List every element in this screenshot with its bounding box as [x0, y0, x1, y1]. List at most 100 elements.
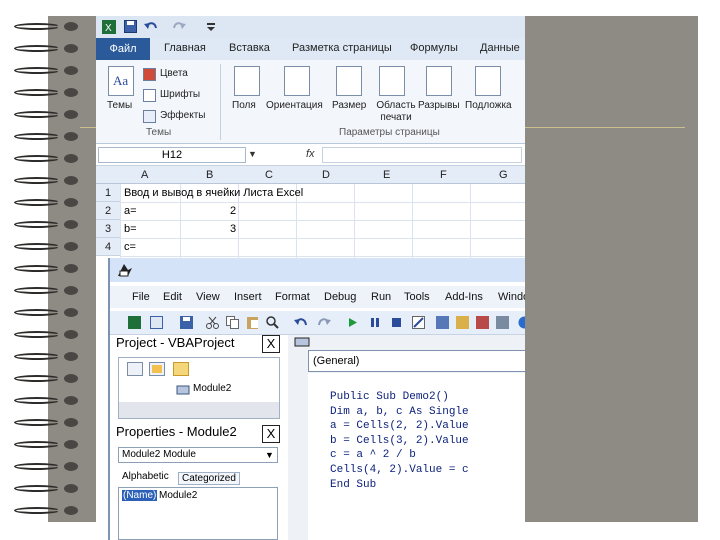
formula-input[interactable]: [322, 147, 522, 163]
column-header[interactable]: F: [440, 169, 447, 181]
property-value-cell[interactable]: Module2: [159, 490, 197, 501]
column-header[interactable]: B: [206, 169, 213, 181]
view-excel-icon[interactable]: [128, 316, 141, 329]
redo-icon[interactable]: [318, 316, 331, 329]
tab-insert[interactable]: Вставка: [229, 42, 270, 54]
row-header[interactable]: 3: [96, 220, 120, 238]
cell-b3[interactable]: 3: [230, 223, 236, 235]
code-line[interactable]: b = Cells(3, 2).Value: [330, 435, 469, 447]
menu-insert[interactable]: Insert: [234, 291, 262, 303]
effects-button-label[interactable]: Эффекты: [160, 110, 205, 121]
properties-icon[interactable]: [456, 316, 469, 329]
background-button-label[interactable]: Подложка: [465, 100, 512, 111]
themes-button-label[interactable]: Темы: [107, 100, 132, 111]
menu-run[interactable]: Run: [371, 291, 391, 303]
cell-a4[interactable]: c=: [124, 241, 136, 253]
cell-a2[interactable]: a=: [124, 205, 137, 217]
object-browser-icon[interactable]: [476, 316, 489, 329]
size-button-label[interactable]: Размер: [332, 100, 366, 111]
save-icon[interactable]: [180, 316, 193, 329]
menu-file[interactable]: File: [132, 291, 150, 303]
code-line[interactable]: Cells(4, 2).Value = c: [330, 464, 469, 476]
code-line[interactable]: End Sub: [330, 479, 376, 491]
cell-a3[interactable]: b=: [124, 223, 137, 235]
design-mode-icon[interactable]: [412, 316, 425, 329]
customize-icon[interactable]: [206, 22, 216, 32]
print-area-icon[interactable]: [379, 66, 405, 96]
margins-icon[interactable]: [234, 66, 260, 96]
view-code-icon[interactable]: [127, 362, 143, 376]
copy-icon[interactable]: [226, 316, 239, 329]
menu-view[interactable]: View: [196, 291, 220, 303]
cell-b2[interactable]: 2: [230, 205, 236, 217]
row-header[interactable]: 4: [96, 238, 120, 256]
menu-tools[interactable]: Tools: [404, 291, 430, 303]
insert-function-icon[interactable]: fx: [306, 148, 315, 160]
tab-page-layout[interactable]: Разметка страницы: [292, 42, 392, 54]
run-icon[interactable]: [346, 316, 359, 329]
code-editor[interactable]: Public Sub Demo2() Dim a, b, c As Single…: [308, 373, 525, 540]
name-box-dropdown-icon[interactable]: ▼: [248, 149, 257, 159]
tree-item-module2[interactable]: Module2: [193, 383, 231, 394]
help-icon[interactable]: [518, 316, 525, 329]
reset-icon[interactable]: [390, 316, 403, 329]
themes-icon[interactable]: Aa: [108, 66, 134, 96]
insert-module-icon[interactable]: [150, 316, 163, 329]
close-icon[interactable]: X: [262, 425, 280, 443]
menu-window[interactable]: Window: [498, 291, 525, 303]
menu-add-ins[interactable]: Add-Ins: [445, 291, 483, 303]
paste-icon[interactable]: [246, 316, 259, 329]
close-icon[interactable]: X: [262, 335, 280, 353]
view-object-icon[interactable]: [149, 362, 165, 376]
toolbox-icon[interactable]: [496, 316, 509, 329]
breaks-icon[interactable]: [426, 66, 452, 96]
size-icon[interactable]: [336, 66, 362, 96]
toggle-folders-icon[interactable]: [173, 362, 189, 376]
object-select[interactable]: (General): [308, 350, 525, 372]
effects-icon[interactable]: [143, 110, 156, 123]
horizontal-scrollbar[interactable]: [119, 402, 279, 418]
row-header[interactable]: 2: [96, 202, 120, 220]
undo-icon[interactable]: [294, 316, 307, 329]
redo-icon[interactable]: [172, 20, 186, 33]
excel-logo-icon[interactable]: X: [102, 20, 116, 34]
menu-format[interactable]: Format: [275, 291, 310, 303]
colors-button-label[interactable]: Цвета: [160, 68, 188, 79]
margins-button-label[interactable]: Поля: [232, 100, 256, 111]
colors-icon[interactable]: [143, 68, 156, 81]
tab-data[interactable]: Данные: [480, 42, 520, 54]
column-header[interactable]: D: [322, 169, 330, 181]
menu-edit[interactable]: Edit: [163, 291, 182, 303]
breaks-button-label[interactable]: Разрывы: [418, 100, 460, 111]
column-header[interactable]: E: [383, 169, 390, 181]
tab-file[interactable]: Файл: [96, 38, 150, 60]
code-line[interactable]: Public Sub Demo2(): [330, 391, 449, 403]
orientation-button-label[interactable]: Ориентация: [266, 100, 323, 111]
column-header[interactable]: C: [265, 169, 273, 181]
code-line[interactable]: c = a ^ 2 / b: [330, 449, 416, 461]
cut-icon[interactable]: [206, 316, 219, 329]
find-icon[interactable]: [266, 316, 279, 329]
code-line[interactable]: Dim a, b, c As Single: [330, 406, 469, 418]
tab-home[interactable]: Главная: [164, 42, 206, 54]
background-icon[interactable]: [475, 66, 501, 96]
name-box[interactable]: H12: [98, 147, 246, 163]
orientation-icon[interactable]: [284, 66, 310, 96]
tab-alphabetic[interactable]: Alphabetic: [122, 471, 169, 482]
fonts-icon[interactable]: [143, 89, 156, 102]
column-header[interactable]: G: [499, 169, 508, 181]
undo-icon[interactable]: [144, 20, 158, 33]
tab-categorized[interactable]: Categorized: [178, 472, 240, 485]
code-line[interactable]: a = Cells(2, 2).Value: [330, 420, 469, 432]
row-header[interactable]: 1: [96, 184, 120, 202]
property-name-cell[interactable]: (Name): [122, 490, 158, 501]
save-icon[interactable]: [124, 20, 137, 33]
column-header[interactable]: A: [141, 169, 148, 181]
project-explorer-icon[interactable]: [436, 316, 449, 329]
properties-object-select[interactable]: Module2 Module: [118, 447, 278, 463]
menu-debug[interactable]: Debug: [324, 291, 356, 303]
print-area-button-label[interactable]: Область печати: [372, 100, 420, 124]
break-icon[interactable]: [368, 316, 381, 329]
fonts-button-label[interactable]: Шрифты: [160, 89, 200, 100]
cell-a1[interactable]: Ввод и вывод в ячейки Листа Excel: [124, 187, 303, 199]
